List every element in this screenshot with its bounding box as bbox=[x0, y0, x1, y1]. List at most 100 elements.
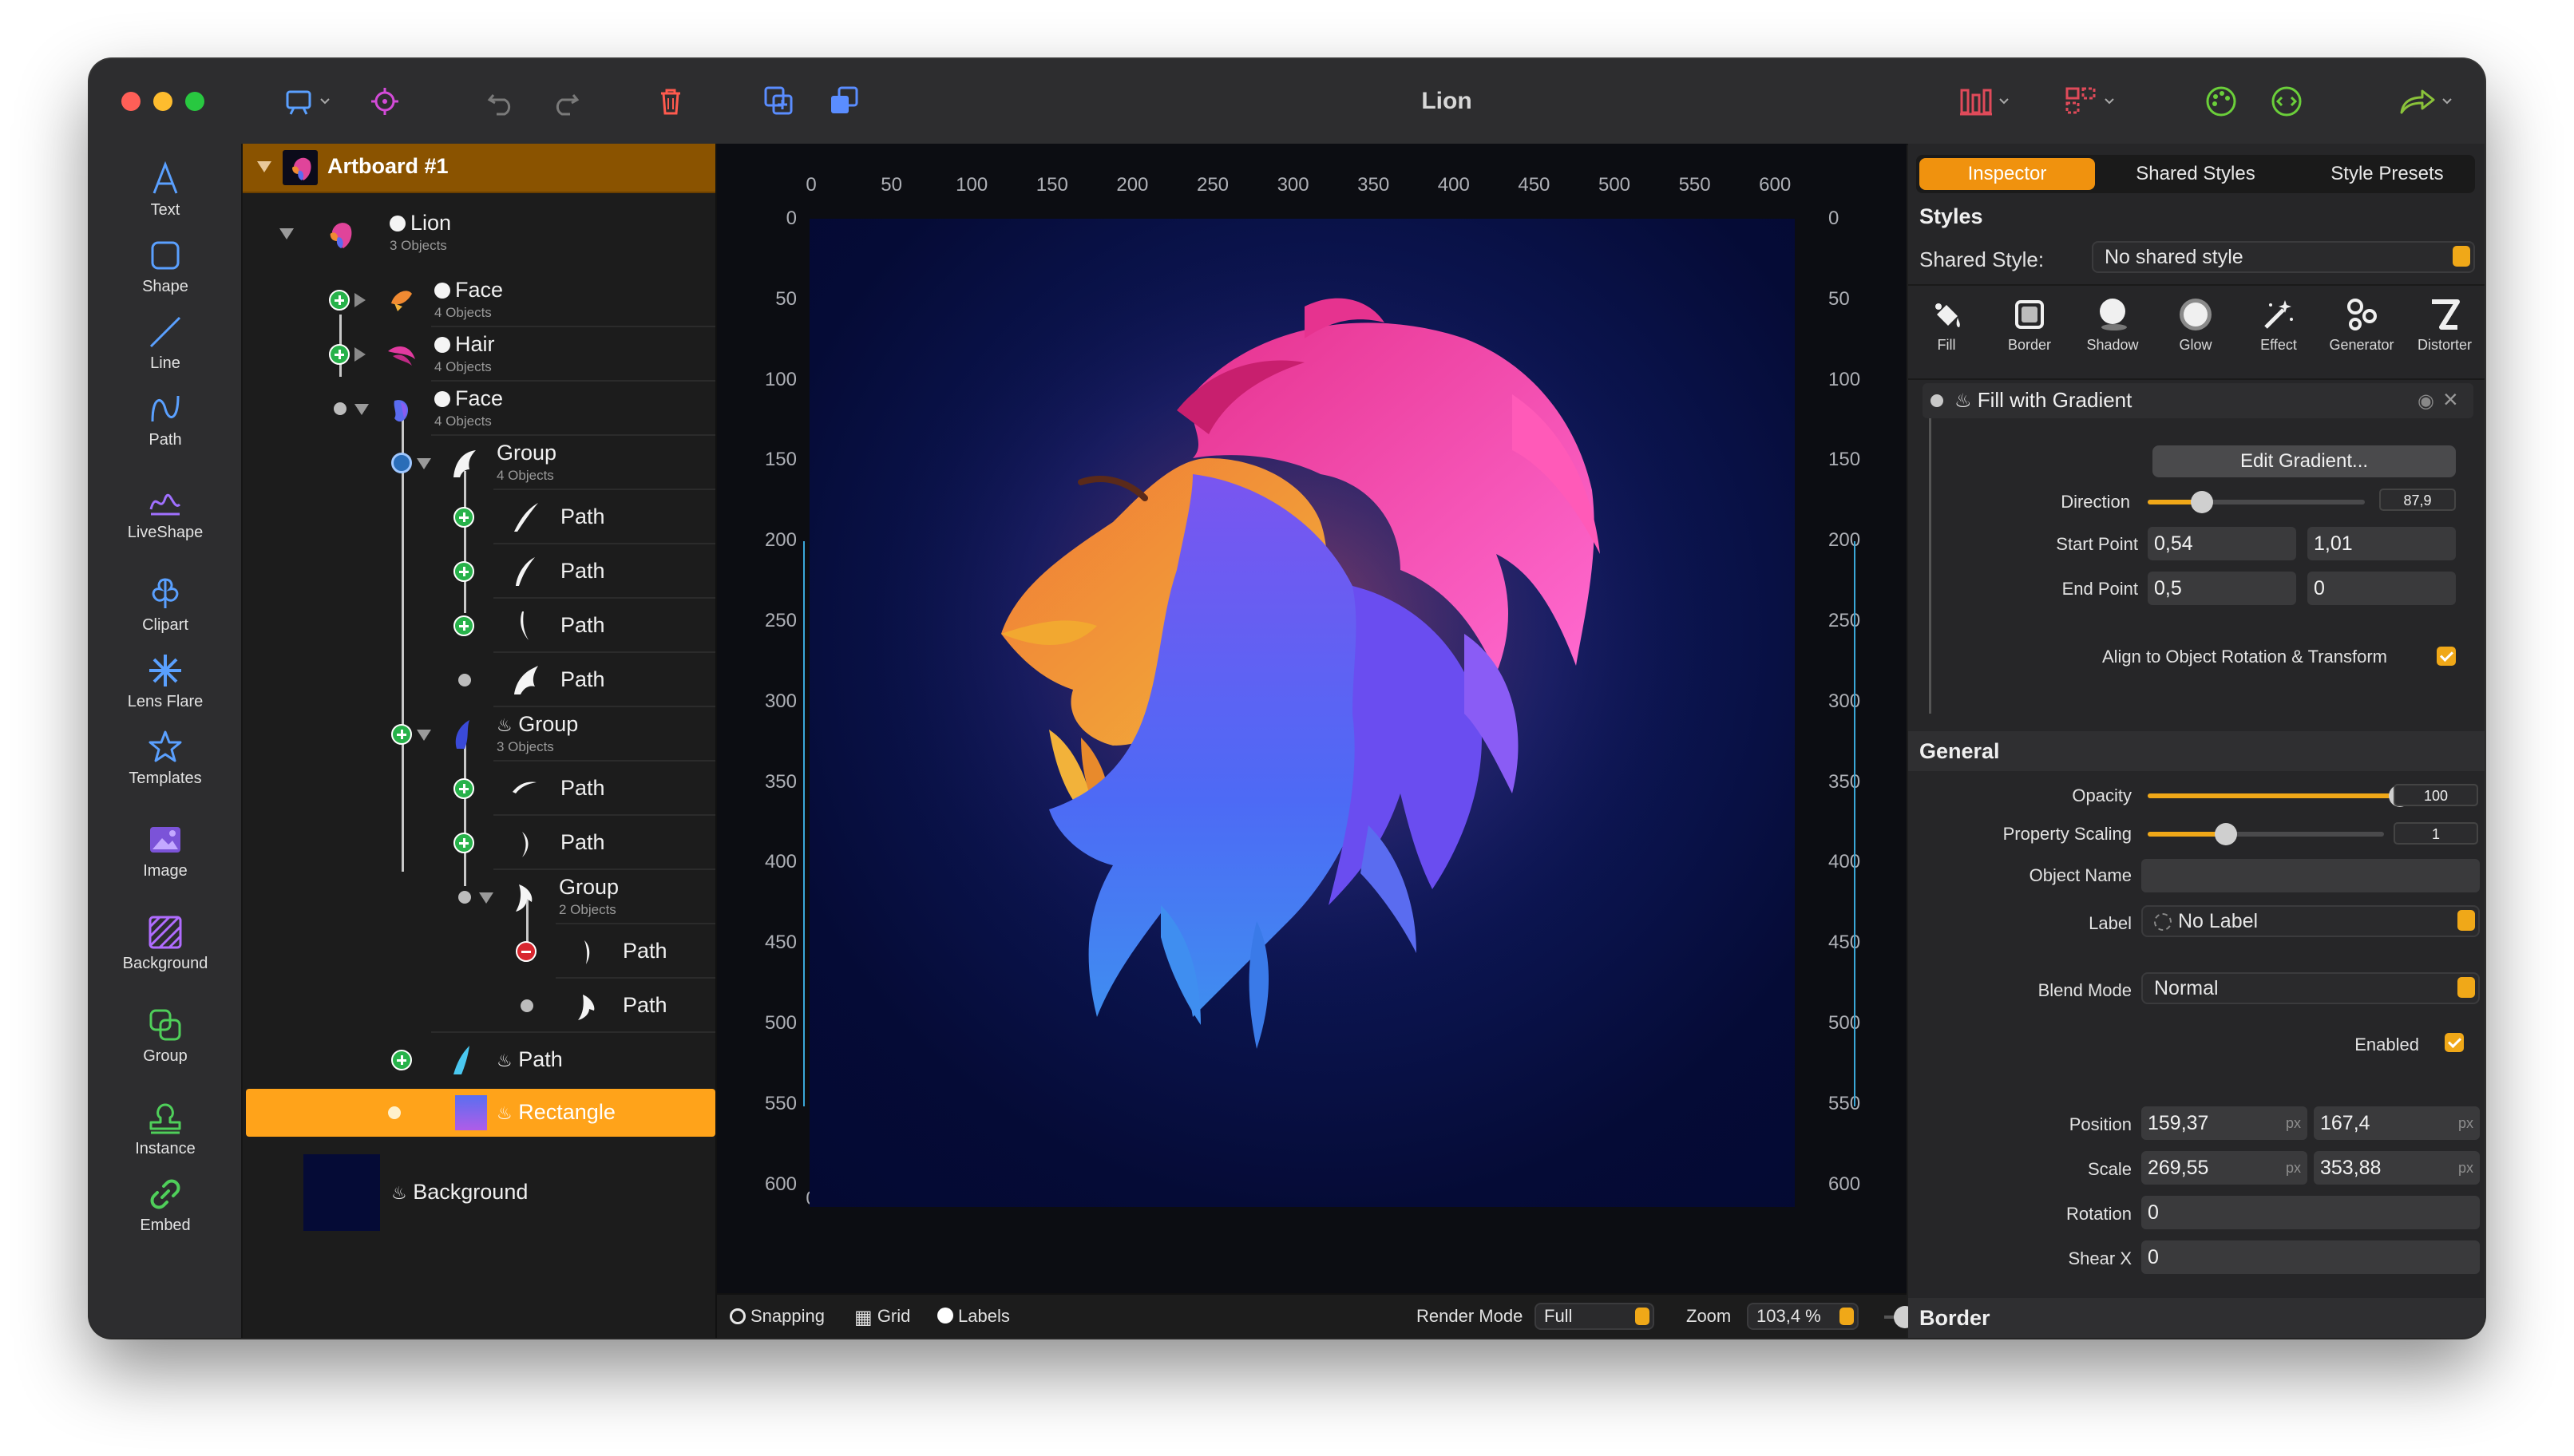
visibility-dot[interactable] bbox=[434, 283, 450, 299]
layer-row[interactable]: ♨ Group 3 Objects bbox=[243, 707, 715, 762]
tool-lens-flare[interactable]: Lens Flare bbox=[89, 651, 241, 711]
layer-row[interactable]: Hair 4 Objects bbox=[243, 327, 715, 382]
remove-icon[interactable] bbox=[516, 941, 537, 962]
layer-row[interactable]: Path bbox=[243, 979, 715, 1033]
enabled-checkbox[interactable] bbox=[2445, 1033, 2464, 1052]
visibility-dot[interactable] bbox=[390, 216, 406, 231]
tool-liveshape[interactable]: LiveShape bbox=[89, 482, 241, 542]
add-fill-button[interactable]: Fill bbox=[1908, 295, 1985, 354]
snapping-toggle[interactable]: Snapping bbox=[730, 1306, 825, 1327]
add-icon[interactable] bbox=[453, 833, 474, 853]
artboard-layer-header[interactable]: Artboard #1 bbox=[243, 144, 715, 193]
tool-group[interactable]: Group bbox=[89, 1006, 241, 1066]
scale-y-field[interactable]: 353,88 px bbox=[2314, 1151, 2480, 1185]
start-point-x-field[interactable]: 0,54 bbox=[2148, 527, 2296, 560]
position-x-field[interactable]: 159,37 px bbox=[2141, 1106, 2307, 1140]
tool-image[interactable]: Image bbox=[89, 821, 241, 880]
layer-row[interactable]: Group 2 Objects bbox=[243, 870, 715, 924]
disclosure-triangle-icon[interactable] bbox=[417, 458, 431, 469]
disclosure-triangle-icon[interactable] bbox=[354, 347, 366, 362]
opacity-value[interactable]: 100 bbox=[2394, 784, 2478, 806]
disclosure-triangle-icon[interactable] bbox=[354, 404, 369, 415]
labels-toggle[interactable]: Labels bbox=[937, 1306, 1010, 1327]
add-glow-button[interactable]: Glow bbox=[2157, 295, 2234, 354]
boolean-subtract-button[interactable] bbox=[821, 80, 869, 123]
position-y-field[interactable]: 167,4 px bbox=[2314, 1106, 2480, 1140]
rotation-field[interactable]: 0 bbox=[2141, 1196, 2480, 1229]
add-generator-button[interactable]: Generator bbox=[2323, 295, 2400, 354]
tool-text[interactable]: Text bbox=[89, 160, 241, 220]
layer-row[interactable]: Path bbox=[243, 544, 715, 599]
align-button[interactable] bbox=[1950, 80, 2018, 123]
tab-style-presets[interactable]: Style Presets bbox=[2299, 155, 2475, 193]
tool-background[interactable]: Background bbox=[89, 913, 241, 973]
close-icon[interactable]: × bbox=[2443, 385, 2458, 414]
edit-gradient-button[interactable]: Edit Gradient... bbox=[2152, 445, 2456, 477]
disclosure-triangle-icon[interactable] bbox=[417, 730, 431, 741]
layer-row[interactable]: Path bbox=[243, 653, 715, 707]
direction-value[interactable]: 87,9 bbox=[2379, 489, 2456, 511]
add-icon[interactable] bbox=[453, 778, 474, 799]
tab-inspector[interactable]: Inspector bbox=[1919, 158, 2095, 190]
shear-x-field[interactable]: 0 bbox=[2141, 1240, 2480, 1274]
layer-row[interactable]: Path bbox=[243, 816, 715, 870]
zoom-window-button[interactable] bbox=[185, 92, 204, 111]
direction-slider[interactable] bbox=[2148, 491, 2365, 513]
selected-node-icon[interactable] bbox=[391, 453, 412, 473]
visibility-dot[interactable] bbox=[434, 391, 450, 407]
tool-shape[interactable]: Shape bbox=[89, 236, 241, 296]
add-distorter-button[interactable]: Distorter bbox=[2406, 295, 2483, 354]
target-button[interactable] bbox=[361, 80, 409, 123]
zoom-select[interactable]: 103,4 % bbox=[1747, 1303, 1859, 1330]
layer-row[interactable]: Path bbox=[243, 599, 715, 653]
code-palette-button[interactable] bbox=[2263, 80, 2311, 123]
property-scaling-slider[interactable] bbox=[2148, 823, 2384, 845]
canvas-area[interactable]: 0000505050501001001001001501501501502002… bbox=[717, 144, 1907, 1293]
tab-shared-styles[interactable]: Shared Styles bbox=[2108, 155, 2283, 193]
layer-row[interactable]: Face 4 Objects bbox=[243, 382, 715, 436]
color-palette-button[interactable] bbox=[2197, 80, 2245, 123]
grid-toggle[interactable]: ▦ Grid bbox=[854, 1306, 910, 1329]
shared-style-select[interactable]: No shared style bbox=[2092, 241, 2475, 273]
slider-knob[interactable] bbox=[2191, 491, 2213, 513]
render-mode-select[interactable]: Full bbox=[1534, 1303, 1654, 1330]
disclosure-triangle-icon[interactable] bbox=[257, 161, 271, 172]
tool-clipart[interactable]: Clipart bbox=[89, 575, 241, 635]
add-icon[interactable] bbox=[329, 290, 350, 311]
add-effect-button[interactable]: Effect bbox=[2240, 295, 2317, 354]
fill-style-row[interactable]: ♨ Fill with Gradient ◉ × bbox=[1923, 383, 2473, 418]
add-icon[interactable] bbox=[453, 561, 474, 582]
disclosure-triangle-icon[interactable] bbox=[279, 228, 294, 239]
layer-row[interactable]: Path bbox=[243, 924, 715, 979]
close-window-button[interactable] bbox=[121, 92, 141, 111]
add-icon[interactable] bbox=[391, 1050, 412, 1070]
tool-instance[interactable]: Instance bbox=[89, 1098, 241, 1158]
delete-button[interactable] bbox=[647, 80, 695, 123]
layer-row[interactable]: ♨ Path bbox=[243, 1033, 715, 1087]
tool-line[interactable]: Line bbox=[89, 313, 241, 373]
label-select[interactable]: No Label bbox=[2141, 905, 2480, 937]
layer-row-selected[interactable]: ♨ Rectangle bbox=[246, 1089, 715, 1137]
tool-path[interactable]: Path bbox=[89, 390, 241, 449]
arrange-button[interactable] bbox=[2055, 80, 2124, 123]
slider-knob[interactable] bbox=[2214, 823, 2237, 845]
disclosure-triangle-icon[interactable] bbox=[354, 293, 366, 307]
boolean-union-button[interactable] bbox=[755, 80, 803, 123]
layer-row[interactable]: Face 4 Objects bbox=[243, 273, 715, 327]
property-scaling-value[interactable]: 1 bbox=[2394, 822, 2478, 845]
share-button[interactable] bbox=[2389, 80, 2461, 123]
layer-row[interactable]: Path bbox=[243, 762, 715, 816]
align-rotation-checkbox[interactable] bbox=[2437, 647, 2456, 666]
lion-artwork[interactable] bbox=[810, 219, 1795, 1207]
add-icon[interactable] bbox=[453, 615, 474, 636]
add-icon[interactable] bbox=[391, 724, 412, 745]
add-border-button[interactable]: Border bbox=[1991, 295, 2068, 354]
eye-icon[interactable]: ◉ bbox=[2418, 390, 2434, 413]
artboard-canvas[interactable] bbox=[810, 219, 1795, 1207]
layer-row[interactable]: ♨ Background bbox=[243, 1145, 715, 1231]
object-name-field[interactable] bbox=[2141, 859, 2480, 892]
tool-embed[interactable]: Embed bbox=[89, 1175, 241, 1235]
tool-templates[interactable]: Templates bbox=[89, 728, 241, 788]
artboard-tool-button[interactable] bbox=[275, 80, 339, 123]
add-icon[interactable] bbox=[329, 344, 350, 365]
